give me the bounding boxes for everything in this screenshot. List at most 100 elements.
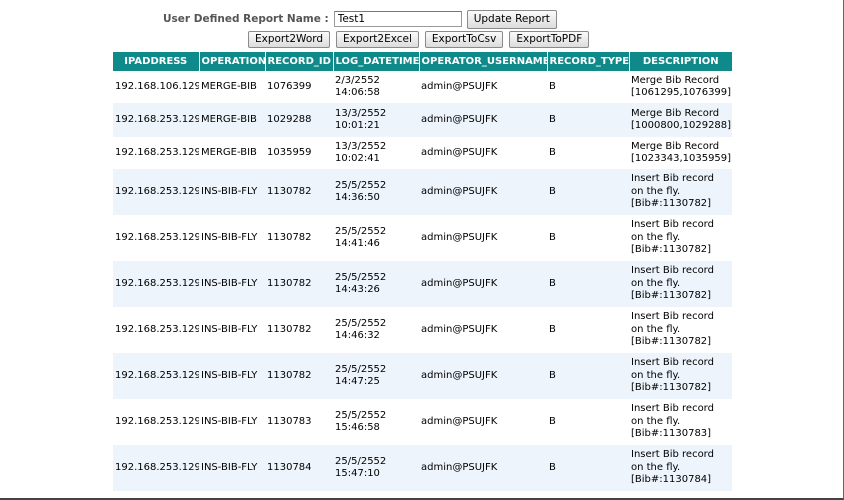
report-name-label: User Defined Report Name : bbox=[163, 13, 329, 25]
cell-operation: INS-BIB-FLY bbox=[199, 399, 265, 445]
cell-record-type: B bbox=[547, 353, 629, 399]
report-name-form: User Defined Report Name : Update Report bbox=[163, 9, 557, 29]
description-line: on the fly. bbox=[631, 277, 681, 289]
log-time: 14:06:58 bbox=[335, 87, 380, 98]
log-date: 25/5/2552 bbox=[335, 179, 387, 191]
log-time: 10:02:41 bbox=[335, 153, 380, 164]
cell-record-type: B bbox=[547, 261, 629, 307]
cell-ipaddress: 192.168.253.129 bbox=[113, 103, 199, 137]
cell-description: Merge Bib Record [1023343,1035959] bbox=[629, 137, 732, 169]
description-line: Insert Bib record bbox=[631, 311, 714, 323]
log-table: IPADDRESS OPERATION RECORD_ID LOG_DATETI… bbox=[113, 52, 732, 491]
col-header-record-type[interactable]: RECORD_TYPE bbox=[547, 52, 630, 71]
cell-ipaddress: 192.168.253.129 bbox=[113, 169, 199, 215]
export-word-button[interactable]: Export2Word bbox=[248, 31, 331, 48]
cell-ipaddress: 192.168.253.129 bbox=[113, 353, 199, 399]
log-time: 14:36:50 bbox=[335, 192, 380, 203]
cell-operator-username: admin@PSUJFK bbox=[419, 307, 547, 353]
description-line: Insert Bib record bbox=[631, 403, 714, 415]
table-row: 192.168.253.129 INS-BIB-FLY 1130782 25/5/25… bbox=[113, 261, 732, 307]
table-header: IPADDRESS OPERATION RECORD_ID LOG_DATETI… bbox=[113, 52, 732, 71]
cell-record-type: B bbox=[547, 307, 629, 353]
report-name-input[interactable] bbox=[333, 11, 462, 27]
cell-operation: MERGE-BIB bbox=[199, 71, 265, 103]
col-header-record-id[interactable]: RECORD_ID bbox=[265, 52, 334, 71]
cell-ipaddress: 192.168.253.129 bbox=[113, 137, 199, 169]
col-header-operator-username[interactable]: OPERATOR_USERNAME bbox=[419, 52, 548, 71]
cell-record-id: 1035959 bbox=[265, 137, 333, 169]
cell-record-type: B bbox=[547, 103, 629, 137]
description-line: Insert Bib record bbox=[631, 265, 714, 277]
cell-operation: INS-BIB-FLY bbox=[199, 261, 265, 307]
cell-operation: MERGE-BIB bbox=[199, 137, 265, 169]
cell-ipaddress: 192.168.253.129 bbox=[113, 445, 199, 491]
log-date: 13/3/2552 bbox=[335, 140, 387, 152]
cell-operation: INS-BIB-FLY bbox=[199, 307, 265, 353]
description-line: [Bib#:1130782] bbox=[631, 290, 712, 302]
table-row: 192.168.253.129 INS-BIB-FLY 1130782 25/5/25… bbox=[113, 353, 732, 399]
cell-description: Insert Bib record on the fly. [Bib#:113078… bbox=[629, 307, 732, 353]
col-header-operation[interactable]: OPERATION bbox=[199, 52, 266, 71]
cell-description: Merge Bib Record [1000800,1029288] bbox=[629, 103, 732, 137]
export-toolbar: Export2Word Export2Excel ExportToCsv Exp… bbox=[248, 31, 590, 48]
cell-log-datetime: 13/3/2552 10:01:21 bbox=[333, 103, 419, 137]
cell-record-type: B bbox=[547, 169, 629, 215]
description-line: [Bib#:1130782] bbox=[631, 244, 712, 256]
cell-description: Insert Bib record on the fly. [Bib#:113078… bbox=[629, 169, 732, 215]
cell-operation: INS-BIB-FLY bbox=[199, 215, 265, 261]
cell-record-id: 1130783 bbox=[265, 399, 333, 445]
description-line: [Bib#:1130782] bbox=[631, 198, 712, 210]
log-time: 14:41:46 bbox=[335, 238, 380, 249]
cell-operator-username: admin@PSUJFK bbox=[419, 103, 547, 137]
cell-log-datetime: 25/5/2552 14:43:26 bbox=[333, 261, 419, 307]
export-excel-button[interactable]: Export2Excel bbox=[336, 31, 419, 48]
cell-description: Merge Bib Record [1061295,1076399] bbox=[629, 71, 732, 103]
description-line: [Bib#:1130782] bbox=[631, 382, 712, 394]
update-report-button[interactable]: Update Report bbox=[466, 9, 557, 29]
col-header-description[interactable]: DESCRIPTION bbox=[629, 52, 732, 71]
export-csv-button[interactable]: ExportToCsv bbox=[424, 31, 504, 48]
table-row: 192.168.106.129 MERGE-BIB 1076399 2/3/2552 1… bbox=[113, 71, 732, 103]
cell-operator-username: admin@PSUJFK bbox=[419, 169, 547, 215]
table-row: 192.168.253.129 INS-BIB-FLY 1130782 25/5/25… bbox=[113, 169, 732, 215]
cell-operator-username: admin@PSUJFK bbox=[419, 399, 547, 445]
log-date: 25/5/2552 bbox=[335, 317, 387, 329]
description-line: [1061295,1076399] bbox=[631, 87, 732, 98]
description-line: on the fly. bbox=[631, 369, 681, 381]
table-row: 192.168.253.129 INS-BIB-FLY 1130782 25/5/25… bbox=[113, 215, 732, 261]
cell-ipaddress: 192.168.253.129 bbox=[113, 261, 199, 307]
description-line: [1023343,1035959] bbox=[631, 153, 732, 164]
log-time: 15:47:10 bbox=[335, 468, 380, 479]
export-pdf-button[interactable]: ExportToPDF bbox=[509, 31, 590, 48]
cell-operator-username: admin@PSUJFK bbox=[419, 445, 547, 491]
table-row: 192.168.253.129 MERGE-BIB 1029288 13/3/2552… bbox=[113, 103, 732, 137]
description-line: Insert Bib record bbox=[631, 173, 714, 185]
description-line: on the fly. bbox=[631, 415, 681, 427]
cell-log-datetime: 25/5/2552 15:46:58 bbox=[333, 399, 419, 445]
description-line: on the fly. bbox=[631, 323, 681, 335]
cell-operator-username: admin@PSUJFK bbox=[419, 261, 547, 307]
cell-operator-username: admin@PSUJFK bbox=[419, 215, 547, 261]
col-header-ipaddress[interactable]: IPADDRESS bbox=[113, 52, 200, 71]
log-date: 25/5/2552 bbox=[335, 271, 387, 283]
col-header-log-datetime[interactable]: LOG_DATETIME bbox=[333, 52, 420, 71]
cell-log-datetime: 2/3/2552 14:06:58 bbox=[333, 71, 419, 103]
cell-record-id: 1076399 bbox=[265, 71, 333, 103]
log-time: 14:46:32 bbox=[335, 330, 380, 341]
description-line: Merge Bib Record bbox=[631, 140, 720, 152]
cell-log-datetime: 25/5/2552 14:46:32 bbox=[333, 307, 419, 353]
report-page: { "form": { "label": "User Defined Repor… bbox=[0, 0, 844, 500]
description-line: Insert Bib record bbox=[631, 449, 714, 461]
cell-record-id: 1130782 bbox=[265, 353, 333, 399]
cell-record-type: B bbox=[547, 71, 629, 103]
description-line: [1000800,1029288] bbox=[631, 120, 732, 131]
cell-record-id: 1130782 bbox=[265, 307, 333, 353]
cell-log-datetime: 25/5/2552 15:47:10 bbox=[333, 445, 419, 491]
cell-description: Insert Bib record on the fly. [Bib#:113078… bbox=[629, 261, 732, 307]
cell-operator-username: admin@PSUJFK bbox=[419, 137, 547, 169]
description-line: [Bib#:1130782] bbox=[631, 336, 712, 348]
description-line: Insert Bib record bbox=[631, 357, 714, 369]
description-line: Merge Bib Record bbox=[631, 107, 720, 119]
cell-operation: INS-BIB-FLY bbox=[199, 353, 265, 399]
cell-ipaddress: 192.168.253.129 bbox=[113, 215, 199, 261]
